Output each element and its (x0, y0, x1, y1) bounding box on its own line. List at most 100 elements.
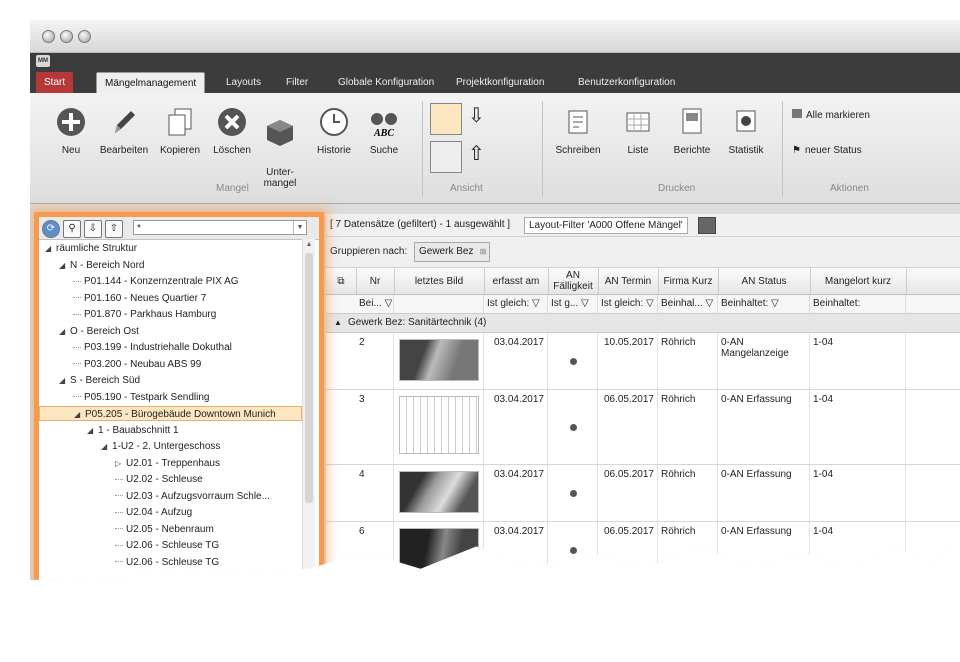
tree-node[interactable]: ◢ S - Bereich Süd (39, 373, 140, 388)
expand-toggle-icon[interactable]: ◢ (101, 439, 109, 454)
grid-icon (792, 109, 802, 118)
tab-projektkonfiguration[interactable]: Projektkonfiguration (448, 72, 552, 93)
tree-node[interactable]: ◢ O - Bereich Ost (39, 324, 139, 339)
expand-toggle-icon[interactable]: ◢ (45, 241, 53, 256)
view-detail-icon[interactable] (430, 141, 462, 173)
tab-benutzerkonfiguration[interactable]: Benutzerkonfiguration (570, 72, 683, 93)
close-light-icon[interactable] (42, 30, 55, 43)
sort-up-icon[interactable]: ⇧ (105, 220, 123, 238)
expand-toggle-icon[interactable]: ◢ (59, 258, 67, 273)
new-status-button[interactable]: ⚑ neuer Status (792, 145, 862, 156)
ribbon-separator (782, 101, 783, 197)
sort-down-icon[interactable]: ⇩ (468, 103, 485, 128)
tree-node[interactable]: ◢ N - Bereich Nord (39, 258, 144, 273)
filter-an-faelligkeit[interactable]: Ist g... ▽ (548, 295, 598, 313)
write-button[interactable]: Schreiben (554, 105, 602, 156)
statistics-button[interactable]: Statistik (724, 105, 768, 156)
defect-photo[interactable] (399, 471, 479, 513)
expand-toggle-icon[interactable]: ◢ (87, 423, 95, 438)
sub-defect-button[interactable]: Unter- mangel (258, 105, 302, 189)
tree-node[interactable]: P03.199 - Industriehalle Dokuthal (39, 340, 232, 355)
delete-button[interactable]: Löschen (210, 105, 254, 156)
copy-button[interactable]: Kopieren (158, 105, 202, 156)
tree-node[interactable]: ◢ P05.205 - Bürogebäude Downtown Munich (39, 406, 302, 421)
refresh-icon[interactable]: ⟳ (42, 220, 60, 238)
tree-node[interactable]: U2.05 - Nebenraum (39, 522, 214, 537)
zoom-light-icon[interactable] (78, 30, 91, 43)
tree-node[interactable]: U2.03 - Aufzugsvorraum Schle... (39, 489, 270, 504)
tree-filter-combobox[interactable]: * ▼ (133, 220, 307, 235)
collapse-icon[interactable]: ▲ (334, 314, 342, 332)
filter-nr[interactable]: Bei... ▽ (356, 295, 394, 313)
tree-node[interactable]: U2.06 - Schleuse TG (39, 538, 219, 553)
filter-edit-icon[interactable] (698, 217, 716, 234)
table-row[interactable]: 3 03.04.2017 06.05.2017 Röhrich 0-AN Erf… (326, 390, 960, 465)
tree-node[interactable]: U2.02 - Schleuse (39, 472, 203, 487)
reports-button[interactable]: Berichte (670, 105, 714, 156)
select-all-button[interactable]: Alle markieren (792, 109, 870, 121)
table-row[interactable]: 6 03.04.2017 06.05.2017 Röhrich 0-AN Erf… (326, 522, 960, 579)
tree-node[interactable]: P01.144 - Konzernzentrale PIX AG (39, 274, 239, 289)
new-button[interactable]: Neu (54, 105, 88, 156)
table-row[interactable]: 2 03.04.2017 10.05.2017 Röhrich 0-AN Man… (326, 333, 960, 390)
expand-toggle-icon[interactable]: ◢ (59, 324, 67, 339)
tree-node[interactable]: ▷ U2.01 - Treppenhaus (39, 456, 220, 471)
tab-filter[interactable]: Filter (278, 72, 316, 93)
floor-plan-photo[interactable] (399, 396, 479, 454)
col-nr[interactable]: Nr (356, 268, 395, 294)
tree-node[interactable]: P01.870 - Parkhaus Hamburg (39, 307, 216, 322)
history-button[interactable]: Historie (312, 105, 356, 156)
group-row[interactable]: ▲ Gewerk Bez: Sanitärtechnik (4) (326, 314, 960, 333)
col-letztes-bild[interactable]: letztes Bild (394, 268, 485, 294)
chevron-down-icon[interactable]: ▼ (293, 221, 306, 234)
col-erfasst-am[interactable]: erfasst am (484, 268, 549, 294)
tab-start[interactable]: Start (36, 72, 74, 93)
expand-toggle-icon[interactable]: ◢ (74, 407, 82, 422)
col-mangelort-kurz[interactable]: Mangelort kurz (810, 268, 907, 294)
scroll-up-icon[interactable]: ▲ (304, 241, 314, 251)
tree-node[interactable]: U2.06 - Schleuse TG (39, 555, 219, 570)
col-an-termin[interactable]: AN Termin (598, 268, 659, 294)
sort-up-icon[interactable]: ⇧ (468, 141, 485, 166)
tree-node[interactable]: P03.200 - Neubau ABS 99 (39, 357, 201, 372)
view-table-icon[interactable] (430, 103, 462, 135)
filter-firma-kurz[interactable]: Beinhal... ▽ (658, 295, 718, 313)
defect-photo[interactable] (399, 528, 479, 570)
tab-layouts[interactable]: Layouts (218, 72, 269, 93)
tree-node[interactable]: U2.04 - Aufzug (39, 505, 192, 520)
filter-an-termin[interactable]: Ist gleich: ▽ (598, 295, 658, 313)
sort-down-icon[interactable]: ⇩ (84, 220, 102, 238)
col-an-faelligkeit[interactable]: AN Fälligkeit (548, 268, 599, 294)
cell-an-faelligkeit (548, 390, 598, 464)
tree-node[interactable]: P01.160 - Neues Quartier 7 (39, 291, 206, 306)
tree-node-label: P01.160 - Neues Quartier 7 (84, 292, 207, 304)
column-chooser-icon[interactable]: ⧉ (326, 268, 357, 294)
list-button[interactable]: Liste (616, 105, 660, 156)
remove-icon[interactable]: ⊠ (480, 243, 487, 261)
tab-globale-konfiguration[interactable]: Globale Konfiguration (330, 72, 442, 93)
tree-node[interactable]: P05.190 - Testpark Sendling (39, 390, 209, 405)
scrollbar-thumb[interactable] (305, 253, 313, 503)
tree-node[interactable]: ◢ räumliche Struktur (39, 241, 137, 256)
table-row[interactable]: 4 03.04.2017 06.05.2017 Röhrich 0-AN Erf… (326, 465, 960, 522)
cell-erfasst-am: 03.04.2017 (484, 390, 548, 464)
tree-node[interactable]: ◢ 1-U2 - 2. Untergeschoss (39, 439, 220, 454)
filter-erfasst-am[interactable]: Ist gleich: ▽ (484, 295, 548, 313)
tree-node[interactable]: ◢ 1 - Bauabschnitt 1 (39, 423, 179, 438)
expand-toggle-icon[interactable]: ▷ (115, 456, 123, 471)
filter-an-status[interactable]: Beinhaltet: ▽ (718, 295, 810, 313)
filter-mangelort-kurz[interactable]: Beinhaltet: (810, 295, 906, 313)
col-an-status[interactable]: AN Status (718, 268, 811, 294)
col-firma-kurz[interactable]: Firma Kurz (658, 268, 719, 294)
tree-scrollbar[interactable]: ▲ (302, 239, 315, 580)
group-chip[interactable]: Gewerk Bez ⊠ (414, 242, 491, 262)
defect-photo[interactable] (399, 339, 479, 381)
expand-toggle-icon[interactable]: ◢ (59, 373, 67, 388)
tab-maengelmanagement[interactable]: Mängelmanagement (96, 72, 206, 94)
edit-button[interactable]: Bearbeiten (96, 105, 152, 156)
filter-letztes-bild[interactable] (394, 295, 484, 313)
search-button[interactable]: ABC Suche (362, 105, 406, 156)
layout-filter-chip[interactable]: Layout-Filter 'A000 Offene Mängel' (524, 217, 688, 234)
search-icon[interactable]: ⚲ (63, 220, 81, 238)
minimize-light-icon[interactable] (60, 30, 73, 43)
